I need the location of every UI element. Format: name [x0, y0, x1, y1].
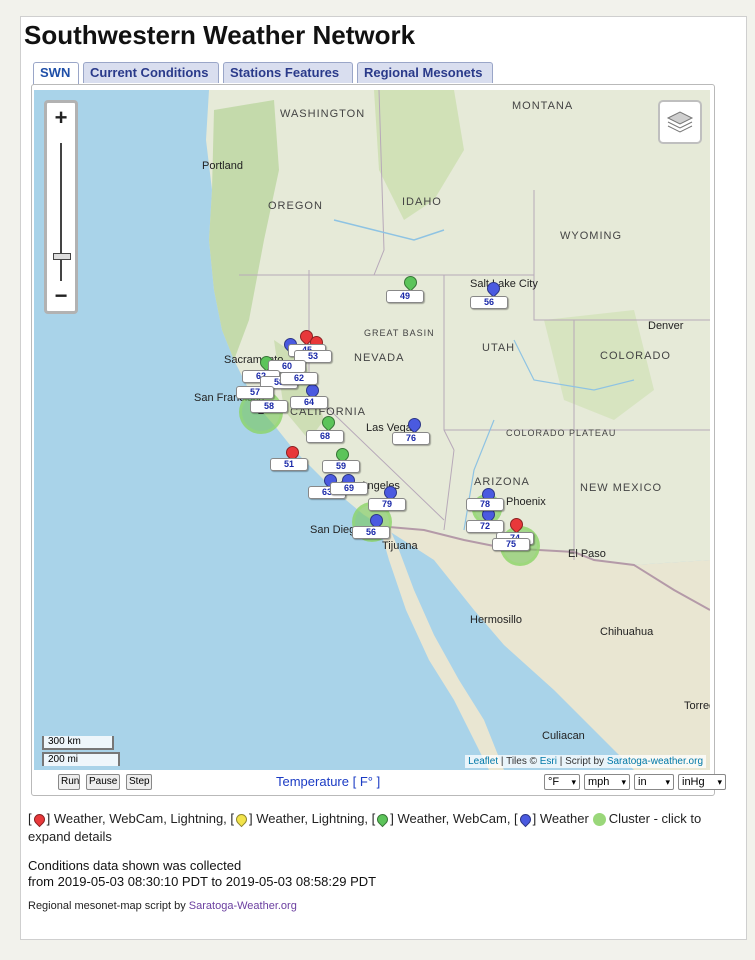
station-temp-tag[interactable]: 79	[368, 498, 406, 511]
city-torreon: Torreon	[684, 700, 710, 712]
city-culiacan: Culiacan	[542, 730, 585, 742]
label-oregon: OREGON	[268, 200, 323, 212]
label-idaho: IDAHO	[402, 196, 442, 208]
scale-km: 300 km	[42, 736, 114, 750]
tab-stations-features[interactable]: Stations Features	[223, 62, 353, 83]
map[interactable]: + − WASHINGTON MONTANA IDAHO OREGON WYOM…	[34, 90, 710, 770]
baro-unit-select[interactable]: inHg	[678, 774, 726, 790]
temp-unit-select[interactable]: °F	[544, 774, 580, 790]
station-temp-tag[interactable]: 59	[322, 460, 360, 473]
station-temp-tag[interactable]: 51	[270, 458, 308, 471]
station-temp-tag[interactable]: 58	[250, 400, 288, 413]
attribution-script: | Script by	[556, 756, 607, 767]
script-credit: Regional mesonet-map script by Saratoga-…	[28, 900, 297, 912]
legend-green-text: ] Weather, WebCam, [	[390, 811, 518, 826]
map-attribution: Leaflet | Tiles © Esri | Script by Sarat…	[465, 755, 706, 768]
attribution-tiles: | Tiles ©	[498, 756, 540, 767]
station-temp-tag[interactable]: 56	[352, 526, 390, 539]
cluster-icon	[592, 813, 606, 827]
station-temp-tag[interactable]: 57	[236, 386, 274, 399]
saratoga-credit-link[interactable]: Saratoga-Weather.org	[189, 900, 297, 912]
station-temp-tag[interactable]: 69	[330, 482, 368, 495]
conditions-line-2: from 2019-05-03 08:30:10 PDT to 2019-05-…	[28, 874, 377, 889]
station-temp-tag[interactable]: 64	[290, 396, 328, 409]
station-temp-tag[interactable]: 78	[466, 498, 504, 511]
esri-link[interactable]: Esri	[540, 756, 557, 767]
layers-button[interactable]	[658, 100, 702, 144]
station-temp-tag[interactable]: 56	[470, 296, 508, 309]
map-controls: Run Pause Step Temperature [ F° ] °F mph…	[38, 774, 726, 792]
layers-icon	[666, 111, 694, 133]
legend-bracket: [	[28, 811, 32, 826]
label-washington: WASHINGTON	[280, 108, 366, 120]
step-button[interactable]: Step	[126, 774, 152, 790]
legend-blue-text: ] Weather	[532, 811, 589, 826]
label-new-mexico: NEW MEXICO	[580, 482, 663, 494]
city-el-paso: El Paso	[568, 548, 606, 560]
rain-unit-select[interactable]: in	[634, 774, 674, 790]
city-chihuahua: Chihuahua	[600, 626, 654, 638]
city-phoenix: Phoenix	[506, 496, 546, 508]
zoom-slider-track[interactable]	[60, 143, 62, 281]
legend-red-text: ] Weather, WebCam, Lightning, [	[46, 811, 235, 826]
zoom-in-button[interactable]: +	[47, 105, 75, 133]
saratoga-link[interactable]: Saratoga-weather.org	[607, 756, 703, 767]
station-temp-tag[interactable]: 75	[492, 538, 530, 551]
wind-unit-select[interactable]: mph	[584, 774, 630, 790]
label-arizona: ARIZONA	[474, 476, 530, 488]
station-temp-tag[interactable]: 49	[386, 290, 424, 303]
zoom-control: + −	[44, 100, 78, 314]
label-utah: UTAH	[482, 342, 516, 354]
scale-mi: 200 mi	[42, 752, 120, 766]
credit-prefix: Regional mesonet-map script by	[28, 900, 189, 912]
tab-current-conditions[interactable]: Current Conditions	[83, 62, 219, 83]
page-title: Southwestern Weather Network	[24, 20, 416, 50]
label-wyoming: WYOMING	[560, 230, 622, 242]
label-montana: MONTANA	[512, 100, 574, 112]
legend-yellow-text: ] Weather, Lightning, [	[249, 811, 376, 826]
display-label: Temperature [ F° ]	[276, 774, 381, 789]
run-button[interactable]: Run	[58, 774, 80, 790]
label-colorado: COLORADO	[600, 350, 671, 362]
tab-regional-mesonets[interactable]: Regional Mesonets	[357, 62, 493, 83]
station-temp-tag[interactable]: 68	[306, 430, 344, 443]
city-hermosillo: Hermosillo	[470, 614, 522, 626]
city-salt-lake-city: Salt Lake City	[470, 278, 538, 290]
conditions-line-1: Conditions data shown was collected	[28, 858, 242, 873]
label-colorado-plateau: COLORADO PLATEAU	[506, 428, 617, 438]
label-nevada: NEVADA	[354, 352, 405, 364]
tab-swn[interactable]: SWN	[33, 62, 79, 85]
green-pin-icon	[374, 811, 391, 828]
red-pin-icon	[31, 811, 47, 828]
zoom-out-button[interactable]: −	[47, 283, 75, 311]
station-temp-tag[interactable]: 76	[392, 432, 430, 445]
zoom-slider-knob[interactable]	[53, 253, 71, 260]
yellow-pin-icon	[233, 811, 250, 828]
city-tijuana: Tijuana	[382, 540, 418, 552]
conditions-info: Conditions data shown was collected from…	[28, 858, 376, 890]
station-temp-tag[interactable]: 62	[280, 372, 318, 385]
blue-pin-icon	[517, 811, 533, 828]
legend: [ ] Weather, WebCam, Lightning, [ ] Weathe…	[28, 810, 718, 846]
pause-button[interactable]: Pause	[86, 774, 120, 790]
label-great-basin: GREAT BASIN	[364, 328, 435, 338]
city-denver: Denver	[648, 320, 684, 332]
leaflet-link[interactable]: Leaflet	[468, 756, 498, 767]
city-portland: Portland	[202, 160, 243, 172]
